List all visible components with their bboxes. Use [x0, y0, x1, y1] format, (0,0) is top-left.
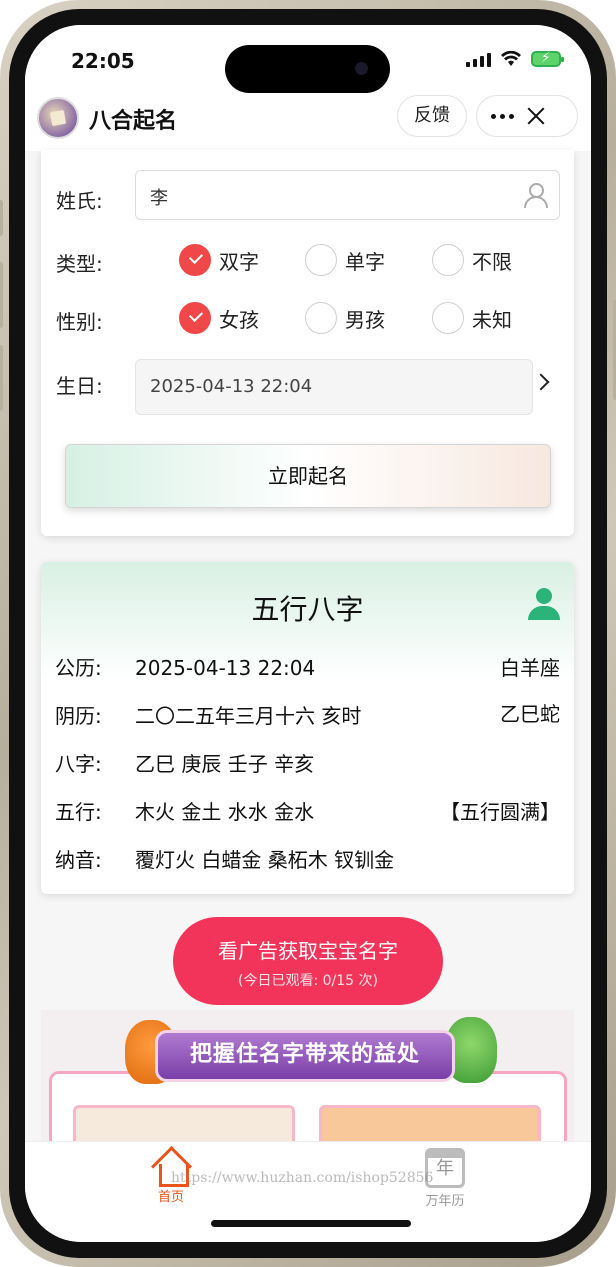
bazi-row-solar: 公历: 2025-04-13 22:04 [55, 656, 316, 680]
feedback-button[interactable]: 反馈 [397, 95, 467, 137]
screen: 22:05 ⚡ 八合起名 反馈 姓氏: 李 类型: 双字 单字 不限 性别: 女… [25, 25, 591, 1242]
phone-frame: 22:05 ⚡ 八合起名 反馈 姓氏: 李 类型: 双字 单字 不限 性别: 女… [0, 0, 616, 1267]
zodiac-sign: 白羊座 [500, 656, 560, 680]
ad-count: (今日已观看: 0/15 次) [238, 973, 378, 989]
gender-option-boy[interactable]: 男孩 [305, 302, 385, 334]
home-indicator [211, 1220, 411, 1227]
birthday-label: 生日: [56, 374, 103, 398]
bazi-row-five: 五行: 木火 金土 水水 金水 [55, 800, 315, 824]
dynamic-island [225, 45, 390, 93]
surname-label: 姓氏: [56, 189, 103, 213]
gender-option-unknown[interactable]: 未知 [432, 302, 512, 334]
tab-calendar-label: 万年历 [425, 1194, 465, 1209]
type-option-single[interactable]: 单字 [305, 244, 385, 276]
birthday-picker[interactable]: 2025-04-13 22:04 [135, 359, 533, 415]
status-icons: ⚡ [466, 50, 564, 67]
wifi-icon [501, 51, 521, 66]
chinese-zodiac: 乙巳蛇 [500, 702, 560, 726]
name-form: 姓氏: 李 类型: 双字 单字 不限 性别: 女孩 男孩 未知 生日: 2025… [41, 150, 574, 536]
chevron-right-icon[interactable] [532, 373, 550, 391]
more-button[interactable] [477, 96, 527, 136]
gender-label: 性别: [56, 310, 103, 334]
status-bar: 22:05 ⚡ [25, 25, 591, 95]
miniprogram-capsule [476, 95, 578, 137]
watch-ad-button[interactable]: 看广告获取宝宝名字 (今日已观看: 0/15 次) [173, 917, 443, 1005]
bazi-row-lunar: 阴历: 二〇二五年三月十六 亥时 [55, 704, 362, 728]
close-icon [527, 107, 577, 125]
volume-up-button [0, 262, 3, 328]
radio-icon [432, 302, 464, 334]
ad-label: 看广告获取宝宝名字 [218, 939, 398, 963]
radio-icon [305, 302, 337, 334]
birthday-value: 2025-04-13 22:04 [150, 376, 313, 397]
radio-icon [432, 244, 464, 276]
bazi-row-nayin: 纳音: 覆灯火 白蜡金 桑柘木 钗钏金 [55, 848, 395, 872]
radio-icon [305, 244, 337, 276]
person-icon[interactable] [528, 588, 560, 620]
watermark: https://www.huzhan.com/ishop52856 [171, 1170, 434, 1186]
gender-option-girl[interactable]: 女孩 [179, 302, 259, 334]
bezel: 22:05 ⚡ 八合起名 反馈 姓氏: 李 类型: 双字 单字 不限 性别: 女… [9, 9, 607, 1258]
start-naming-button[interactable]: 立即起名 [65, 444, 551, 508]
app-logo [37, 97, 79, 139]
surname-input[interactable]: 李 [135, 170, 560, 220]
more-icon [477, 113, 527, 119]
nav-bar: 八合起名 反馈 [25, 95, 591, 151]
five-elements-status: 【五行圆满】 [440, 800, 560, 824]
type-option-any[interactable]: 不限 [432, 244, 512, 276]
surname-value: 李 [150, 188, 168, 209]
app-title: 八合起名 [89, 109, 178, 134]
bazi-card: 五行八字 公历: 2025-04-13 22:04 白羊座 阴历: 二〇二五年三月十… [41, 562, 574, 894]
volume-down-button [0, 345, 3, 411]
battery-icon: ⚡ [531, 50, 564, 67]
benefit-banner: 把握住名字带来的益处 [155, 1030, 455, 1082]
radio-checked-icon [179, 244, 211, 276]
side-button [0, 200, 3, 236]
radio-checked-icon [179, 302, 211, 334]
camera-icon [355, 62, 368, 75]
status-time: 22:05 [71, 49, 135, 73]
signal-icon [466, 51, 491, 67]
bazi-title: 五行八字 [251, 593, 364, 626]
type-label: 类型: [56, 252, 103, 276]
close-button[interactable] [527, 96, 577, 136]
user-icon [523, 183, 548, 208]
bazi-row-eight: 八字: 乙巳 庚辰 壬子 辛亥 [55, 752, 315, 776]
type-option-double[interactable]: 双字 [179, 244, 259, 276]
tab-home-label: 首页 [157, 1190, 184, 1205]
